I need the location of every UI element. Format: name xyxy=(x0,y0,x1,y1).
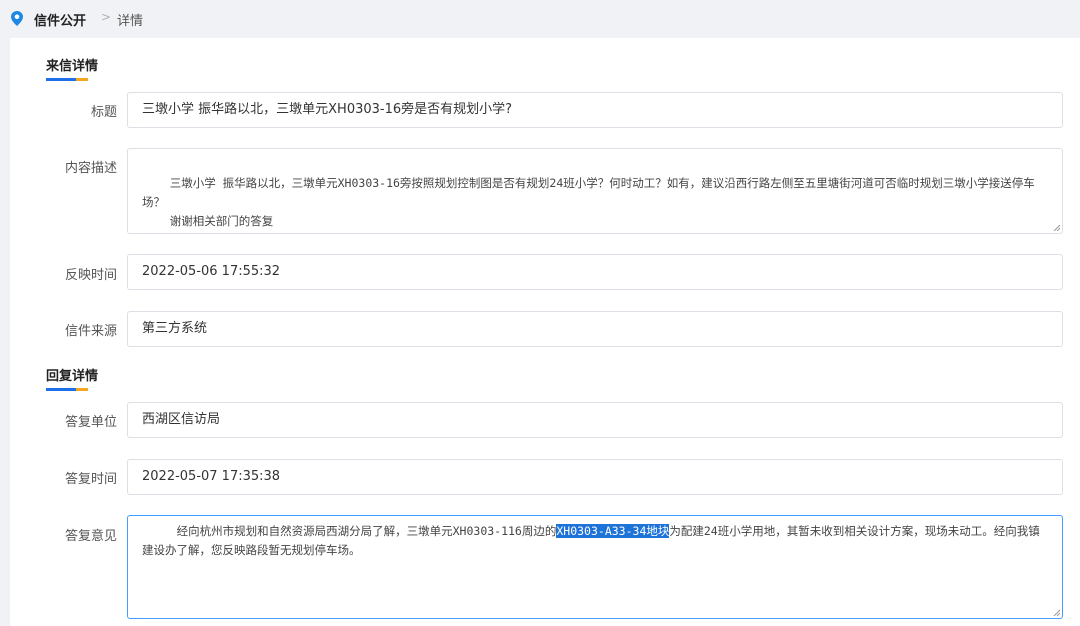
resize-handle-icon[interactable] xyxy=(1053,609,1060,616)
location-pin-icon xyxy=(11,11,23,26)
content-label: 内容描述 xyxy=(64,161,117,176)
letter-section-title: 来信详情 xyxy=(46,59,99,74)
reply-unit-field[interactable]: 西湖区信访局 xyxy=(127,402,1063,438)
opinion-text-before: 经向杭州市规划和自然资源局西湖分局了解，三墩单元XH0303-116周边的 xyxy=(142,524,557,538)
content-field[interactable]: 三墩小学 振华路以北，三墩单元XH0303-16旁按照规划控制图是否有规划24班… xyxy=(127,148,1063,234)
breadcrumb-root[interactable]: 信件公开 xyxy=(34,10,86,29)
title-label: 标题 xyxy=(90,105,117,120)
reply-section-underline xyxy=(46,388,88,391)
reply-time-label: 答复时间 xyxy=(64,472,117,487)
breadcrumb-separator: > xyxy=(101,10,112,24)
report-time-field[interactable]: 2022-05-06 17:55:32 xyxy=(127,254,1063,290)
content-text: 三墩小学 振华路以北，三墩单元XH0303-16旁按照规划控制图是否有规划24班… xyxy=(142,176,1035,228)
reply-opinion-field[interactable]: 经向杭州市规划和自然资源局西湖分局了解，三墩单元XH0303-116周边的XH0… xyxy=(127,515,1063,619)
source-field[interactable]: 第三方系统 xyxy=(127,311,1063,347)
breadcrumb: 信件公开 > 详情 xyxy=(0,0,1080,38)
opinion-selected-text: XH0303-A33-34地块 xyxy=(556,524,670,538)
reply-time-field[interactable]: 2022-05-07 17:35:38 xyxy=(127,459,1063,495)
letter-section-underline xyxy=(46,78,88,81)
detail-panel: 来信详情 标题 三墩小学 振华路以北，三墩单元XH0303-16旁是否有规划小学… xyxy=(10,38,1080,626)
reply-opinion-label: 答复意见 xyxy=(64,529,117,544)
title-field[interactable]: 三墩小学 振华路以北，三墩单元XH0303-16旁是否有规划小学? xyxy=(127,92,1063,128)
resize-handle-icon[interactable] xyxy=(1053,224,1060,231)
reply-section-title: 回复详情 xyxy=(46,369,99,384)
reply-unit-label: 答复单位 xyxy=(64,415,117,430)
report-time-label: 反映时间 xyxy=(64,268,117,283)
breadcrumb-current: 详情 xyxy=(117,14,144,29)
source-label: 信件来源 xyxy=(64,324,117,339)
